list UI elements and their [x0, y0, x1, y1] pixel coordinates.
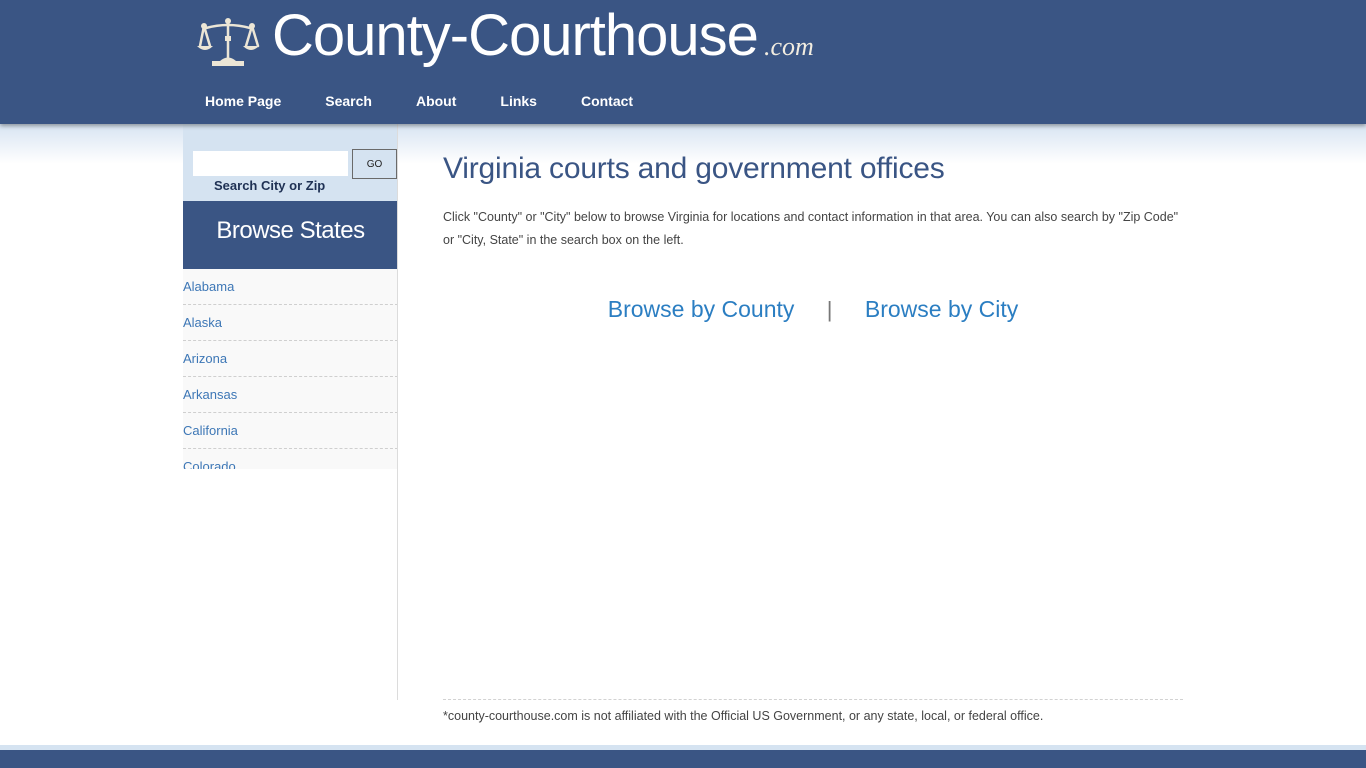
state-link-colorado[interactable]: Colorado: [183, 449, 398, 469]
main-content: Virginia courts and government offices C…: [443, 124, 1183, 323]
nav-links[interactable]: Links: [478, 88, 559, 114]
search-input[interactable]: [193, 151, 348, 176]
sidebar-divider: [397, 124, 398, 700]
footer-band: [0, 745, 1366, 768]
site-logo[interactable]: County-Courthouse .com: [196, 4, 814, 68]
state-link-arkansas[interactable]: Arkansas: [183, 377, 398, 413]
browse-states-heading: Browse States: [183, 201, 398, 269]
main-nav: Home Page Search About Links Contact: [183, 88, 655, 114]
site-header: County-Courthouse .com Home Page Search …: [0, 0, 1366, 124]
nav-contact[interactable]: Contact: [559, 88, 655, 114]
state-link-alabama[interactable]: Alabama: [183, 269, 398, 305]
nav-home-page[interactable]: Home Page: [183, 88, 303, 114]
intro-text: Click "County" or "City" below to browse…: [443, 210, 1179, 247]
site-title: County-Courthouse: [272, 3, 759, 68]
footer-divider: [443, 699, 1183, 700]
state-list[interactable]: Alabama Alaska Arizona Arkansas Californ…: [183, 269, 398, 469]
search-label: Search City or Zip: [214, 178, 326, 193]
state-link-arizona[interactable]: Arizona: [183, 341, 398, 377]
scales-of-justice-icon: [197, 18, 260, 66]
page-title: Virginia courts and government offices: [443, 152, 945, 185]
nav-search[interactable]: Search: [303, 88, 394, 114]
browse-by-city-link[interactable]: Browse by City: [865, 296, 1018, 322]
search-panel: GO Search City or Zip: [183, 124, 398, 201]
browse-links: Browse by County | Browse by City: [443, 296, 1183, 323]
site-title-tld: .com: [763, 32, 814, 61]
browse-by-county-link[interactable]: Browse by County: [608, 296, 795, 322]
sidebar: GO Search City or Zip Browse States Alab…: [183, 124, 398, 469]
go-button[interactable]: GO: [352, 149, 397, 179]
state-link-california[interactable]: California: [183, 413, 398, 449]
browse-separator: |: [826, 297, 833, 322]
nav-about[interactable]: About: [394, 88, 478, 114]
disclaimer-text: *county-courthouse.com is not affiliated…: [443, 709, 1044, 723]
state-link-alaska[interactable]: Alaska: [183, 305, 398, 341]
